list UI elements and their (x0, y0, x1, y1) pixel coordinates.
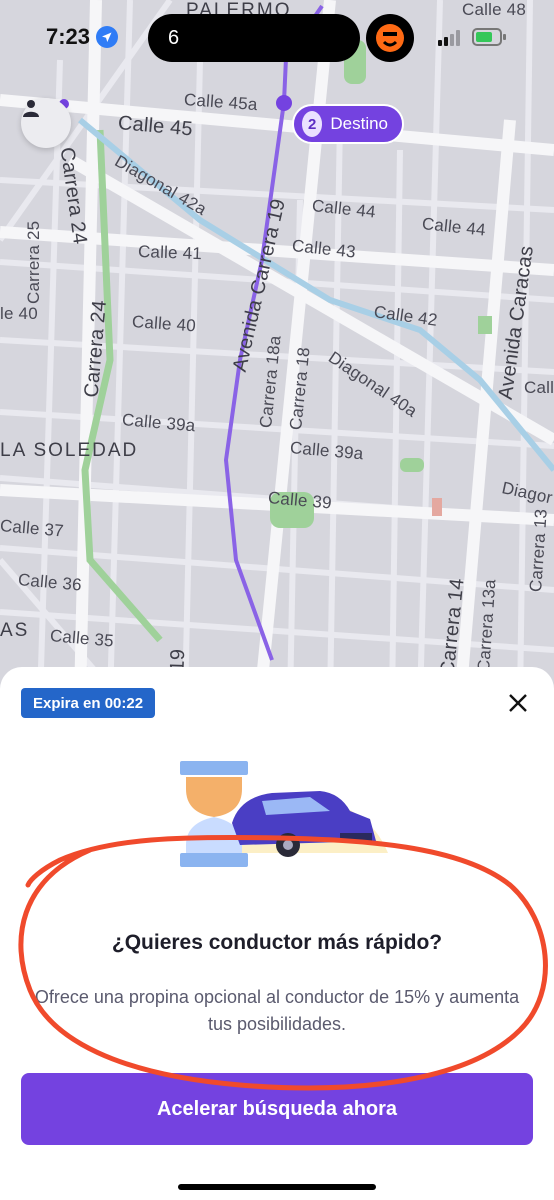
map-view[interactable]: PALERMO Calle 48 Calle 45a Calle 45 Diag… (0, 0, 554, 700)
sheet-description: Ofrece una propina opcional al conductor… (34, 987, 520, 1034)
destination-number: 2 (302, 111, 323, 137)
map-label-street: Calle 48 (462, 0, 526, 19)
accelerate-search-button[interactable]: Acelerar búsqueda ahora (21, 1073, 533, 1145)
hourglass-car-illustration (180, 761, 388, 867)
map-label-district: AS (0, 620, 30, 641)
profile-button[interactable] (21, 98, 71, 148)
dynamic-island-text: 6 (168, 27, 180, 49)
map-label-street: Carrera 25 (24, 220, 43, 304)
sheet-title: ¿Quieres conductor más rápido? (111, 931, 443, 954)
map-label-street: Calle 41 (137, 242, 203, 264)
map-label-street: le 40 (0, 304, 38, 323)
battery-icon (472, 28, 506, 46)
tip-offer-sheet: Expira en 00:22 ¿Quieres conductor más r… (0, 667, 554, 1200)
cellular-signal-icon (438, 30, 460, 46)
destination-label: Destino (330, 114, 388, 133)
map-label-district: LA SOLEDAD (0, 440, 139, 461)
location-arrow-icon (96, 26, 118, 48)
home-indicator[interactable] (178, 1184, 376, 1190)
destination-marker[interactable]: 2 Destino (292, 104, 404, 144)
close-icon[interactable] (504, 689, 532, 717)
dynamic-island (148, 14, 360, 62)
map-label-street: Call (524, 378, 554, 397)
expire-timer-badge: Expira en 00:22 (21, 688, 156, 718)
person-icon (23, 100, 39, 117)
didi-logo-icon (366, 14, 414, 62)
status-time: 7:23 (46, 24, 91, 49)
